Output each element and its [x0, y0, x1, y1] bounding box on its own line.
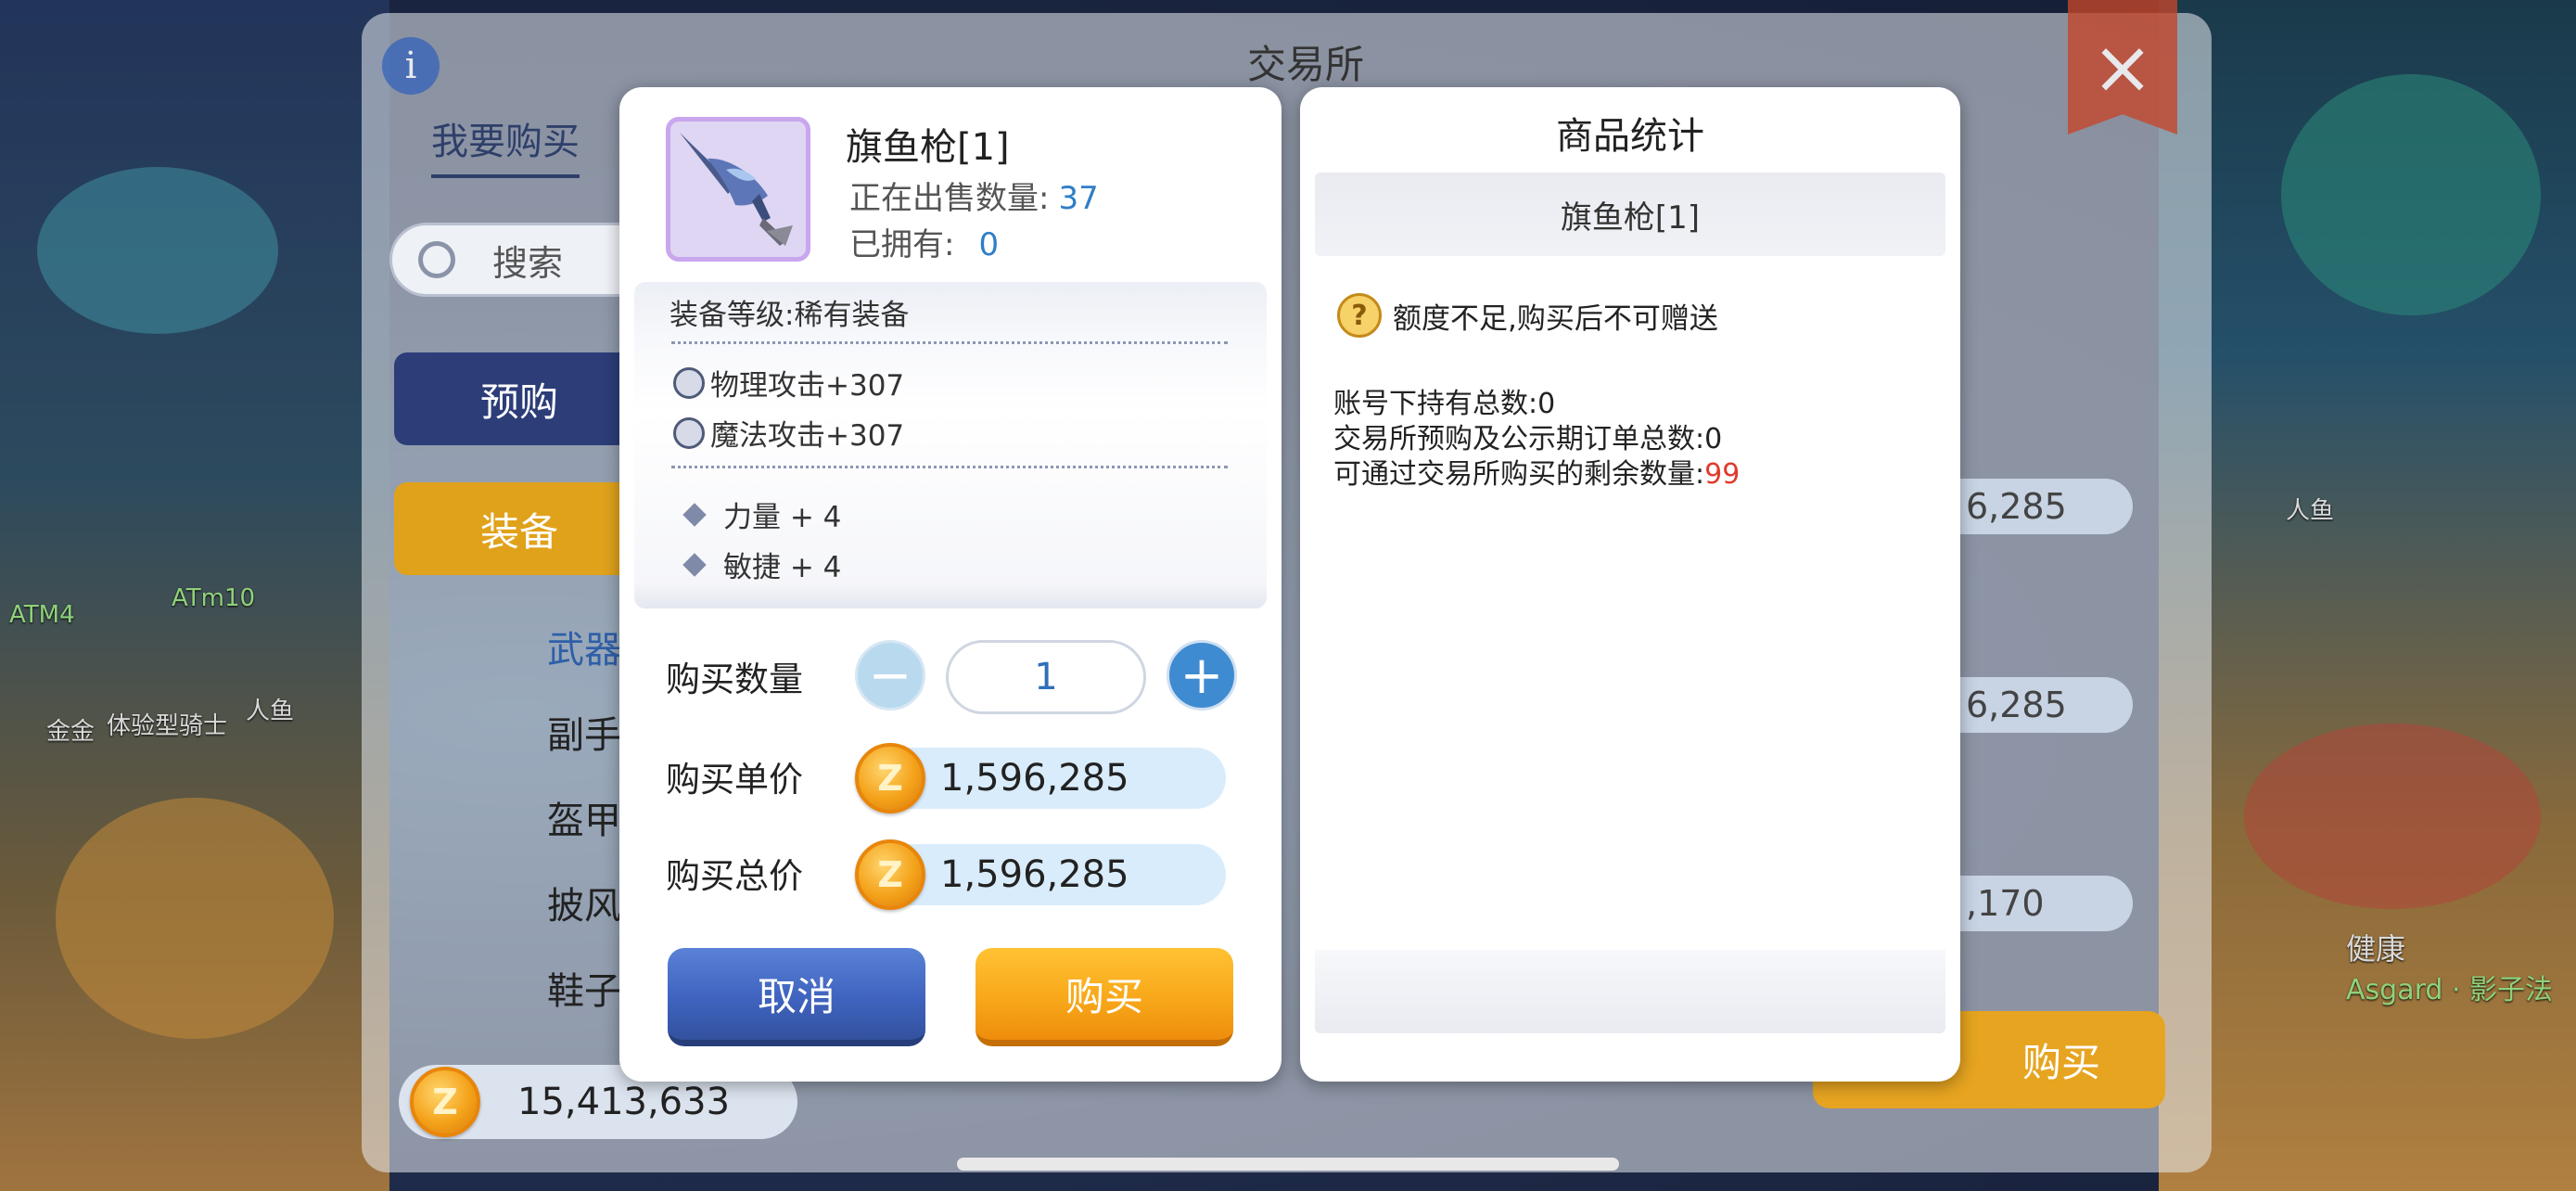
- info-icon-glyph: i: [404, 45, 417, 87]
- preorder-button[interactable]: 预购: [394, 352, 644, 445]
- stats-footer: [1315, 950, 1945, 1033]
- quota-warning: ? 额度不足,购买后不可赠送: [1337, 293, 1718, 338]
- total-price-value: 1,596,285: [940, 853, 1129, 896]
- purchase-dialog: 旗鱼枪[1] 正在出售数量: 37 已拥有: 0 装备等级:稀有装备 物理攻击+30…: [619, 87, 1282, 1082]
- foliage-blob: [2244, 724, 2541, 909]
- diamond-icon: [682, 502, 707, 527]
- item-name: 旗鱼枪[1]: [846, 126, 1010, 169]
- attribute-text: 魔法攻击+307: [710, 419, 905, 453]
- world-player-label: 人鱼: [2286, 497, 2335, 525]
- scroll-fade: [634, 583, 1267, 608]
- plus-icon: +: [1180, 645, 1224, 706]
- world-player-label: 金金: [46, 718, 96, 746]
- zeny-coin-icon: Z: [855, 839, 925, 910]
- category-item[interactable]: 武器: [547, 620, 621, 673]
- world-player-label: 人鱼: [246, 698, 295, 725]
- item-thumbnail: [666, 117, 810, 262]
- attribute-magic: 魔法攻击+307: [673, 412, 904, 454]
- unit-price-value: 1,596,285: [940, 757, 1129, 800]
- unit-price-label: 购买单价: [666, 760, 803, 800]
- foliage-blob: [37, 167, 278, 334]
- foliage-blob: [56, 798, 334, 1039]
- world-player-label: ATM4: [9, 601, 75, 629]
- attribute-physical: 物理攻击+307: [673, 362, 904, 403]
- attribute-text: 物理攻击+307: [710, 369, 905, 403]
- cancel-button[interactable]: 取消: [668, 948, 925, 1046]
- close-icon-glyph: ×: [2091, 24, 2154, 110]
- category-item[interactable]: 副手: [547, 705, 621, 759]
- grade-row: 装备等级:稀有装备: [670, 291, 909, 333]
- foliage-blob: [2281, 74, 2541, 315]
- category-item[interactable]: 披风: [547, 876, 621, 929]
- bonus-text: 力量 + 4: [723, 501, 842, 534]
- info-icon[interactable]: i: [382, 37, 440, 95]
- world-player-label: 健康: [2346, 931, 2406, 967]
- question-icon[interactable]: ?: [1337, 293, 1382, 338]
- stats-dialog: 商品统计 旗鱼枪[1] ? 额度不足,购买后不可赠送 账号下持有总数:0 交易所…: [1300, 87, 1960, 1082]
- stats-item-header: 旗鱼枪[1]: [1315, 173, 1945, 256]
- close-icon[interactable]: ×: [2068, 0, 2177, 134]
- zeny-coin-icon: Z: [855, 743, 925, 813]
- on-sale-row: 正在出售数量: 37: [849, 173, 1099, 218]
- stats-item-name: 旗鱼枪[1]: [1560, 198, 1701, 237]
- quantity-plus-button[interactable]: +: [1167, 640, 1237, 711]
- grade-label: 装备等级:: [670, 299, 795, 332]
- stat-label: 可通过交易所购买的剩余数量:: [1333, 458, 1705, 491]
- minus-icon: −: [868, 645, 912, 706]
- owned-row: 已拥有: 0: [849, 219, 999, 264]
- tab-buy[interactable]: 我要购买: [431, 111, 580, 178]
- warning-text: 额度不足,购买后不可赠送: [1393, 301, 1718, 336]
- category-item[interactable]: 鞋子: [547, 961, 621, 1015]
- bonus-text: 敏捷 + 4: [723, 551, 842, 584]
- bonus-strength: 力量 + 4: [682, 493, 842, 535]
- grade-value: 稀有装备: [794, 299, 910, 332]
- world-player-label: Asgard · 影子法: [2346, 974, 2554, 1006]
- balance-value: 15,413,633: [517, 1081, 731, 1123]
- owned-count: 0: [978, 226, 1000, 263]
- diamond-icon: [682, 552, 707, 577]
- remaining-line: 可通过交易所购买的剩余数量:99: [1333, 451, 1740, 492]
- attribute-panel[interactable]: 装备等级:稀有装备 物理攻击+307 魔法攻击+307 力量 + 4 敏捷 + …: [634, 282, 1267, 608]
- owned-label: 已拥有:: [849, 226, 955, 263]
- buy-button[interactable]: 购买: [976, 948, 1233, 1046]
- quantity-input[interactable]: 1: [946, 640, 1146, 714]
- stat-value: 99: [1704, 458, 1741, 491]
- divider: [671, 466, 1228, 468]
- on-sale-label: 正在出售数量:: [849, 180, 1050, 217]
- search-placeholder: 搜索: [492, 242, 564, 284]
- category-item[interactable]: 盔甲: [547, 790, 621, 844]
- zeny-coin-icon: Z: [410, 1067, 480, 1137]
- exchange-title: 交易所: [1247, 42, 1365, 87]
- quantity-label: 购买数量: [666, 660, 803, 699]
- bonus-agility: 敏捷 + 4: [682, 544, 842, 585]
- total-price-label: 购买总价: [666, 856, 803, 896]
- magic-attack-icon: [673, 416, 705, 449]
- search-icon: [418, 241, 455, 278]
- world-player-label: 体验型骑士: [107, 712, 228, 740]
- divider: [671, 341, 1228, 344]
- stats-title: 商品统计: [1556, 115, 1704, 158]
- home-indicator[interactable]: [957, 1158, 1619, 1171]
- equipment-button[interactable]: 装备: [394, 482, 644, 575]
- swordfish-spear-icon: [680, 133, 793, 246]
- quantity-minus-button[interactable]: −: [855, 640, 925, 711]
- on-sale-count: 37: [1058, 180, 1099, 217]
- world-player-label: ATm10: [172, 584, 256, 612]
- physical-attack-icon: [673, 366, 705, 399]
